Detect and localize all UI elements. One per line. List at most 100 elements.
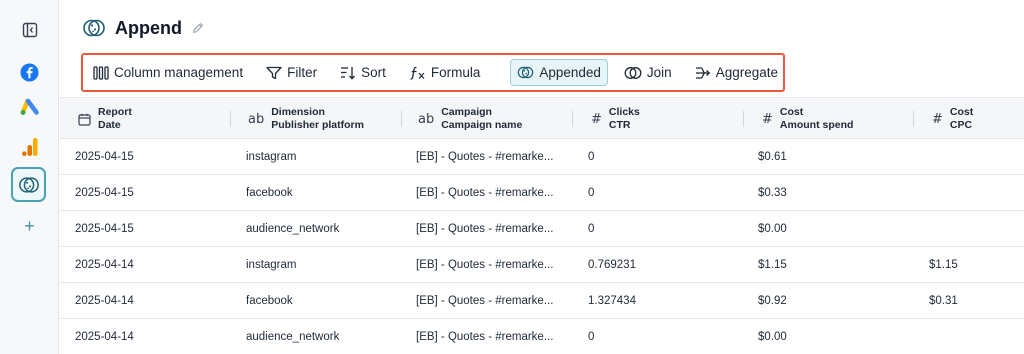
add-source-button[interactable]: +: [0, 216, 59, 236]
column-header-line2: Campaign name: [441, 119, 523, 131]
cell-amount-spend: $0.33: [758, 187, 787, 199]
column-header-campaign-name[interactable]: ab Campaign Campaign name: [418, 98, 522, 140]
table-row[interactable]: 2025-04-14 facebook [EB] - Quotes - #rem…: [60, 283, 1024, 319]
sidebar: +: [0, 0, 59, 354]
cell-ctr: 1.327434: [588, 295, 636, 307]
column-header-line1: Cost: [779, 106, 804, 118]
number-type-icon: #: [762, 111, 773, 127]
formula-label: Formula: [430, 65, 481, 80]
cell-amount-spend: $0.00: [758, 223, 787, 235]
cell-report-date: 2025-04-14: [75, 331, 134, 343]
columns-icon: [93, 65, 109, 80]
cell-cpc: $0.31: [929, 295, 958, 307]
filter-button[interactable]: Filter: [263, 59, 320, 86]
column-header-line1: Campaign: [441, 106, 492, 118]
table-row[interactable]: 2025-04-14 instagram [EB] - Quotes - #re…: [60, 247, 1024, 283]
cell-report-date: 2025-04-15: [75, 151, 134, 163]
cell-campaign-name: [EB] - Quotes - #remarke...: [416, 187, 554, 199]
cell-report-date: 2025-04-15: [75, 187, 134, 199]
column-header-line2: CTR: [608, 119, 631, 131]
cell-campaign-name: [EB] - Quotes - #remarke...: [416, 259, 554, 271]
table-row[interactable]: 2025-04-15 audience_network [EB] - Quote…: [60, 211, 1024, 247]
column-management-label: Column management: [114, 65, 244, 80]
cell-amount-spend: $0.92: [758, 295, 787, 307]
cell-campaign-name: [EB] - Quotes - #remarke...: [416, 151, 554, 163]
column-divider[interactable]: [401, 111, 402, 127]
append-icon: [83, 19, 105, 37]
cell-report-date: 2025-04-15: [75, 223, 134, 235]
cell-report-date: 2025-04-14: [75, 259, 134, 271]
add-icon: +: [24, 215, 35, 236]
cell-publisher-platform: instagram: [246, 151, 297, 163]
text-type-icon: ab: [418, 111, 435, 127]
column-header-line2: Date: [98, 119, 121, 131]
column-divider[interactable]: [913, 111, 914, 127]
cell-campaign-name: [EB] - Quotes - #remarke...: [416, 295, 554, 307]
page-title: Append: [115, 17, 182, 38]
column-header-line2: Amount spend: [779, 119, 854, 131]
cell-ctr: 0: [588, 331, 595, 343]
append-icon: [18, 176, 39, 193]
cell-publisher-platform: audience_network: [246, 223, 340, 235]
formula-button[interactable]: Formula: [406, 59, 484, 86]
cell-ctr: 0: [588, 151, 595, 163]
column-divider[interactable]: [572, 111, 573, 127]
cell-campaign-name: [EB] - Quotes - #remarke...: [416, 223, 554, 235]
join-button[interactable]: Join: [621, 59, 675, 86]
column-header-line1: Report: [98, 106, 132, 118]
column-header-amount-spend[interactable]: # Cost Amount spend: [762, 98, 853, 140]
number-type-icon: #: [591, 111, 602, 127]
collapse-sidebar-icon: [22, 22, 37, 38]
sidebar-item-append[interactable]: [11, 167, 46, 202]
column-management-button[interactable]: Column management: [90, 59, 246, 86]
text-type-icon: ab: [248, 111, 265, 127]
column-divider[interactable]: [230, 111, 231, 127]
google-ads-icon: [20, 98, 39, 115]
filter-icon: [266, 66, 282, 79]
sidebar-item-google-ads[interactable]: [0, 96, 59, 118]
aggregate-label: Aggregate: [715, 65, 778, 80]
column-header-line2: CPC: [949, 119, 973, 131]
cell-report-date: 2025-04-14: [75, 295, 134, 307]
cell-ctr: 0: [588, 187, 595, 199]
column-divider[interactable]: [743, 111, 744, 127]
formula-icon: [410, 66, 425, 80]
cell-cpc: $1.15: [929, 259, 958, 271]
cell-ctr: 0: [588, 223, 595, 235]
appended-label: Appended: [539, 65, 601, 80]
number-type-icon: #: [932, 111, 943, 127]
cell-amount-spend: $0.61: [758, 151, 787, 163]
column-header-publisher-platform[interactable]: ab Dimension Publisher platform: [248, 98, 364, 140]
append-icon: [518, 66, 534, 79]
aggregate-button[interactable]: Aggregate: [692, 59, 781, 86]
aggregate-icon: [695, 66, 710, 79]
toolbar: Column management Filter Sort Formula Ap…: [81, 53, 785, 92]
cell-publisher-platform: audience_network: [246, 331, 340, 343]
join-icon: [624, 66, 642, 79]
table-row[interactable]: 2025-04-15 instagram [EB] - Quotes - #re…: [60, 139, 1024, 175]
pencil-icon[interactable]: [191, 21, 205, 35]
cell-campaign-name: [EB] - Quotes - #remarke...: [416, 331, 554, 343]
filter-label: Filter: [287, 65, 318, 80]
table-row[interactable]: 2025-04-14 audience_network [EB] - Quote…: [60, 319, 1024, 354]
sidebar-item-facebook[interactable]: [0, 61, 59, 83]
column-header-line1: Cost: [949, 106, 974, 118]
sidebar-item-google-analytics[interactable]: [0, 136, 59, 158]
appended-button[interactable]: Appended: [510, 59, 608, 86]
column-header-report-date[interactable]: Report Date: [78, 98, 132, 140]
column-header-line2: Publisher platform: [271, 119, 364, 131]
cell-publisher-platform: instagram: [246, 259, 297, 271]
join-label: Join: [646, 65, 672, 80]
cell-publisher-platform: facebook: [246, 187, 293, 199]
table-row[interactable]: 2025-04-15 facebook [EB] - Quotes - #rem…: [60, 175, 1024, 211]
calendar-icon: [78, 113, 91, 126]
sort-button[interactable]: Sort: [337, 59, 389, 86]
collapse-sidebar-button[interactable]: [0, 19, 59, 41]
sort-label: Sort: [361, 65, 386, 80]
column-header-ctr[interactable]: # Clicks CTR: [591, 98, 640, 140]
google-analytics-icon: [21, 138, 37, 156]
facebook-icon: [20, 62, 39, 82]
cell-amount-spend: $1.15: [758, 259, 787, 271]
column-header-cpc[interactable]: # Cost CPC: [932, 98, 973, 140]
column-header-line1: Clicks: [608, 106, 640, 118]
